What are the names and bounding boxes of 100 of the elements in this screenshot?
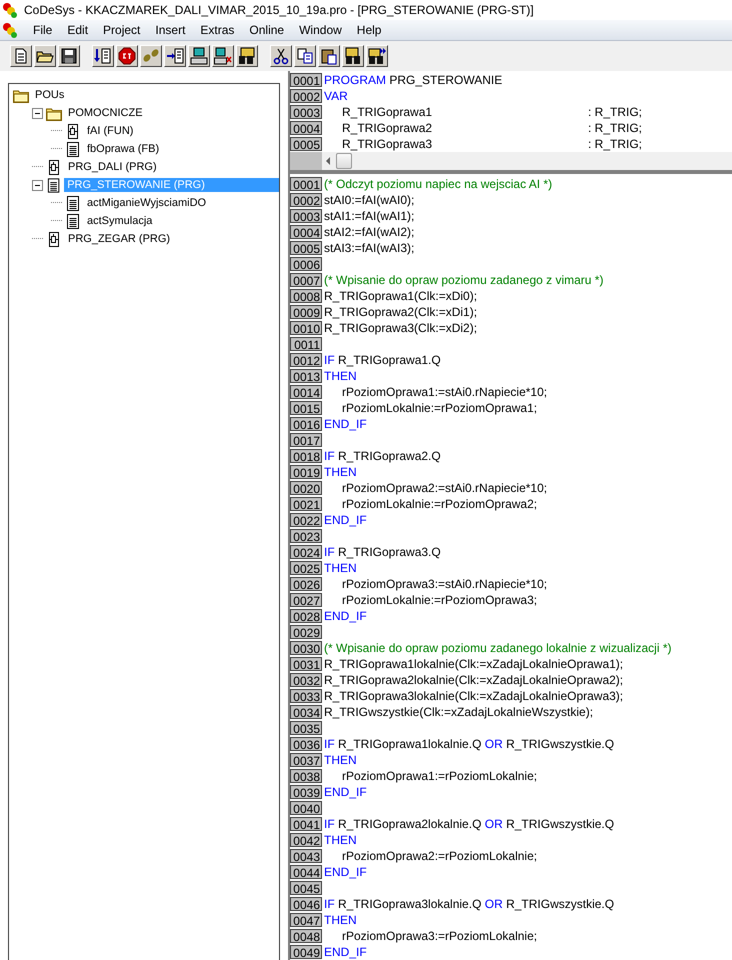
line-number: 0015 xyxy=(290,401,322,415)
line-number: 0030 xyxy=(290,641,322,655)
line-number: 0023 xyxy=(290,529,322,543)
line-number: 0038 xyxy=(290,769,322,783)
menu-item[interactable]: Window xyxy=(299,23,342,37)
toolbar-button[interactable] xyxy=(236,45,258,67)
menu-item[interactable]: File xyxy=(33,23,52,37)
code-line: : R_TRIG; xyxy=(587,105,642,119)
line-number: 0036 xyxy=(290,737,322,751)
tree-item[interactable]: POMOCNICZE xyxy=(65,106,146,120)
menu-item[interactable]: Help xyxy=(356,23,382,37)
code-line: END_IF xyxy=(323,945,367,959)
code-line: IF R_TRIGoprawa1.Q xyxy=(323,353,441,367)
toolbar-button[interactable] xyxy=(366,45,388,67)
line-number: 0014 xyxy=(290,385,322,399)
toolbar-button[interactable] xyxy=(92,45,114,67)
line-number: 0034 xyxy=(290,705,322,719)
line-number: 0001 xyxy=(290,73,322,87)
code-line: R_TRIGoprawa1 xyxy=(341,105,434,119)
line-number: 0027 xyxy=(290,593,322,607)
code-line: THEN xyxy=(323,369,357,383)
code-line: R_TRIGoprawa3(Clk:=xDi2); xyxy=(323,321,478,335)
toolbar-button[interactable] xyxy=(10,45,32,67)
line-number: 0048 xyxy=(290,929,322,943)
stop-sign-icon xyxy=(118,47,136,65)
menu-item[interactable]: Extras xyxy=(200,23,234,37)
line-number: 0044 xyxy=(290,865,322,879)
window-title: CoDeSys - KKACZMAREK_DALI_VIMAR_2015_10_19a.pro - [PRG_STEROWANIE (PRG-ST)] xyxy=(24,3,534,17)
line-number: 0021 xyxy=(290,497,322,511)
paste-icon xyxy=(320,47,338,65)
menu-item[interactable]: Insert xyxy=(155,23,186,37)
code-line: R_TRIGoprawa1(Clk:=xDi0); xyxy=(323,289,478,303)
binoculars-book-icon xyxy=(238,47,256,65)
menu-item[interactable]: Project xyxy=(103,23,140,37)
code-line: END_IF xyxy=(323,865,367,879)
code-line: THEN xyxy=(323,833,357,847)
toolbar-button[interactable] xyxy=(342,45,364,67)
toolbar-button[interactable] xyxy=(270,45,292,67)
scroll-left-icon[interactable] xyxy=(326,157,330,165)
expander-icon[interactable] xyxy=(32,108,43,118)
tree-item[interactable]: fAI (FUN) xyxy=(84,124,136,138)
toolbar-button[interactable] xyxy=(188,45,210,67)
line-number: 0037 xyxy=(290,753,322,767)
tree-item[interactable]: actSymulacja xyxy=(84,214,156,228)
expander-icon[interactable] xyxy=(32,180,43,190)
tree-item[interactable]: fbOprawa (FB) xyxy=(84,142,162,156)
code-line: IF R_TRIGoprawa3.Q xyxy=(323,545,441,559)
code-line: R_TRIGoprawa2 xyxy=(341,121,434,135)
line-number: 0012 xyxy=(290,353,322,367)
line-number: 0001 xyxy=(290,177,322,191)
toolbar-button[interactable] xyxy=(294,45,316,67)
line-number: 0002 xyxy=(290,193,322,207)
line-number: 0006 xyxy=(290,257,322,271)
code-line: rPoziomOprawa1:=rPoziomLokalnie; xyxy=(341,769,538,783)
line-number: 0026 xyxy=(290,577,322,591)
scissors-icon xyxy=(272,47,290,65)
line-number: 0018 xyxy=(290,449,322,463)
tree-item[interactable]: PRG_ZEGAR (PRG) xyxy=(65,232,174,246)
document-icon xyxy=(65,214,81,228)
code-line: THEN xyxy=(323,753,357,767)
save-icon xyxy=(60,47,78,65)
line-number: 0009 xyxy=(290,305,322,319)
line-number: 0010 xyxy=(290,321,322,335)
code-line: stAI2:=fAI(wAI2); xyxy=(323,225,414,239)
toolbar-button[interactable] xyxy=(164,45,186,67)
line-number: 0003 xyxy=(290,209,322,223)
tree-item[interactable]: PRG_DALI (PRG) xyxy=(65,160,160,174)
line-number: 0029 xyxy=(290,625,322,639)
line-number: 0024 xyxy=(290,545,322,559)
toolbar-button[interactable] xyxy=(58,45,80,67)
code-line: R_TRIGoprawa3 xyxy=(341,137,434,151)
code-line: THEN xyxy=(323,465,357,479)
download-icon xyxy=(94,47,112,65)
toolbar-button[interactable] xyxy=(116,45,138,67)
code-line: IF R_TRIGoprawa2lokalnie.Q OR R_TRIGwszystkie.Q xyxy=(323,817,614,831)
scrollbar-thumb[interactable] xyxy=(336,153,352,169)
line-number: 0003 xyxy=(290,105,322,119)
toolbar-button[interactable] xyxy=(212,45,234,67)
line-number: 0042 xyxy=(290,833,322,847)
code-line: rPoziomLokalnie:=rPoziomOprawa1; xyxy=(341,401,538,415)
toolbar-button[interactable] xyxy=(140,45,162,67)
toolbar-button[interactable] xyxy=(34,45,56,67)
document-icon xyxy=(46,178,62,192)
menu-item[interactable]: Online xyxy=(249,23,284,37)
line-number: 0040 xyxy=(290,801,322,815)
code-line: END_IF xyxy=(323,417,367,431)
tree-item[interactable]: POUs xyxy=(32,88,68,102)
line-number: 0045 xyxy=(290,881,322,895)
menu-item[interactable]: Edit xyxy=(67,23,88,37)
computer-icon xyxy=(190,47,208,65)
line-number: 0043 xyxy=(290,849,322,863)
tree-item[interactable]: actMiganieWyjsciamiDO xyxy=(84,196,210,210)
code-line: END_IF xyxy=(323,609,367,623)
line-number: 0022 xyxy=(290,513,322,527)
code-line: stAI0:=fAI(wAI0); xyxy=(323,193,414,207)
line-number: 0004 xyxy=(290,225,322,239)
scrollbar[interactable] xyxy=(322,152,732,170)
toolbar-button[interactable] xyxy=(318,45,340,67)
code-line: END_IF xyxy=(323,785,367,799)
line-number: 0007 xyxy=(290,273,322,287)
